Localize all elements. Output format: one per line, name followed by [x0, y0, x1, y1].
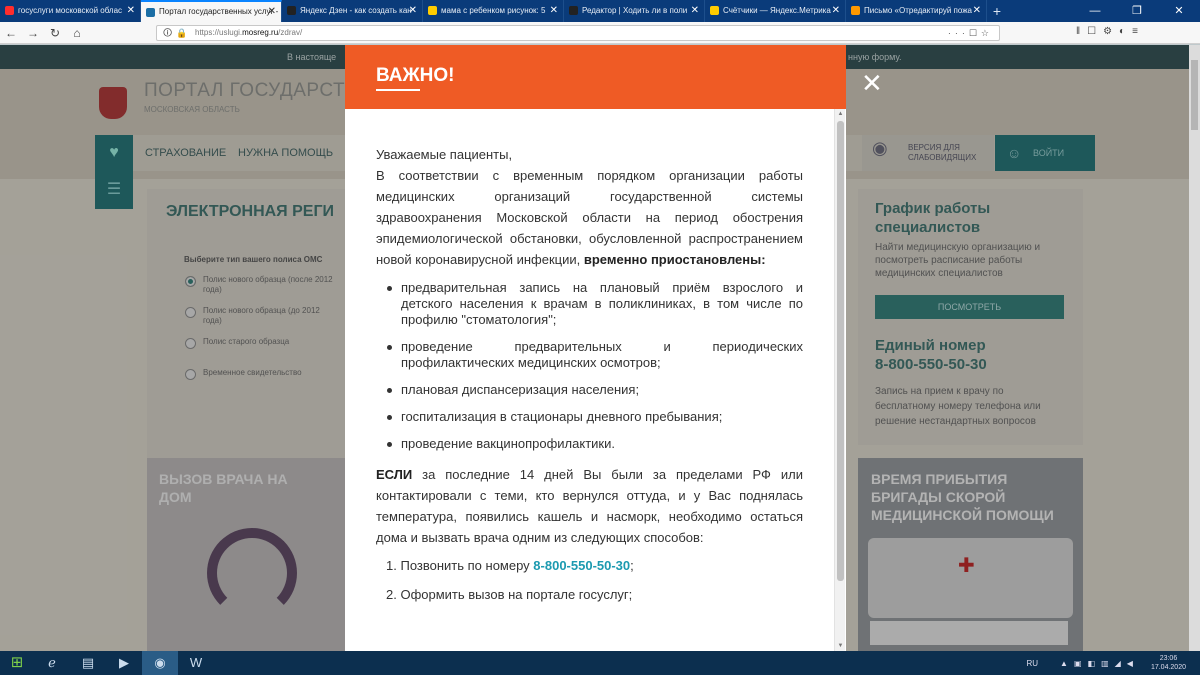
list-item: 1. Позвонить по номеру 8-800-550-50-30;: [376, 556, 803, 576]
url-host: mosreg.ru: [242, 28, 279, 37]
portal-favicon-icon: [146, 8, 155, 17]
close-tab-icon[interactable]: ✕: [973, 0, 981, 22]
browser-tab-5[interactable]: Счётчики — Яндекс.Метрика ✕: [705, 0, 846, 22]
file-explorer-icon[interactable]: ▤: [70, 651, 106, 675]
close-window-icon[interactable]: ✕: [1158, 0, 1200, 22]
modal-if-bold: ЕСЛИ: [376, 467, 413, 482]
close-tab-icon[interactable]: ✕: [127, 0, 135, 22]
images-favicon-icon: [428, 6, 437, 15]
close-tab-icon[interactable]: ✕: [409, 0, 417, 22]
modal-intro-bold: временно приостановлены:: [583, 252, 766, 267]
scroll-up-icon[interactable]: ▲: [835, 109, 846, 119]
browser-tab-2[interactable]: Яндекс Дзен - как создать кан ✕: [282, 0, 423, 22]
window-controls: — ❐ ✕: [1074, 0, 1200, 22]
zen-editor-favicon-icon: [569, 6, 578, 15]
modal-scrollbar-thumb[interactable]: [837, 121, 844, 581]
browser-tab-1[interactable]: Портал государственных услуг - ✕: [141, 0, 282, 22]
modal-header: ВАЖНО!: [345, 45, 846, 109]
modal-scrollbar[interactable]: ▲ ▼: [834, 109, 845, 651]
tab-label: Редактор | Ходить ли в поли: [582, 6, 688, 15]
modal-title-underline: [376, 89, 420, 91]
way-number: 2.: [386, 587, 397, 602]
list-item: 2. Оформить вызов на портале госуслуг;: [376, 585, 803, 605]
tab-label: Счётчики — Яндекс.Метрика: [723, 6, 831, 15]
important-modal: ВАЖНО! Уважаемые пациенты, В соответстви…: [345, 45, 846, 651]
scroll-down-icon[interactable]: ▼: [835, 641, 846, 651]
page-scrollbar-thumb[interactable]: [1191, 60, 1198, 130]
maximize-icon[interactable]: ❐: [1116, 0, 1158, 22]
browser-tab-4[interactable]: Редактор | Ходить ли в поли ✕: [564, 0, 705, 22]
close-tab-icon[interactable]: ✕: [832, 0, 840, 22]
page-scrollbar[interactable]: [1189, 45, 1200, 651]
browser-tab-3[interactable]: мама с ребенком рисунок: 5 ✕: [423, 0, 564, 22]
ways-list: 1. Позвонить по номеру 8-800-550-50-30; …: [376, 556, 803, 605]
list-item: плановая диспансеризация населения;: [376, 382, 803, 398]
browser-tab-bar: госуслуги московской облас ✕ Портал госуд…: [0, 0, 1200, 22]
address-bar[interactable]: 🛈🔒 https://uslugi.mosreg.ru/zdrav/ ···☐☆: [156, 25, 1000, 41]
browser-tab-6[interactable]: Письмо «Отредактируй пожа ✕: [846, 0, 987, 22]
tab-label: мама с ребенком рисунок: 5: [441, 6, 546, 15]
tab-label: Яндекс Дзен - как создать кан: [300, 6, 412, 15]
modal-greeting: Уважаемые пациенты,: [376, 147, 513, 162]
list-item: проведение вакцинопрофилактики.: [376, 436, 803, 452]
mail-favicon-icon: [851, 6, 860, 15]
windows-taskbar: ⊞ ℯ ▤ ▶ ◉ W RU ▲▣◧▥◢◀ 23:06 17.04.2020: [0, 651, 1200, 675]
system-tray: RU ▲▣◧▥◢◀ 23:06 17.04.2020: [1026, 651, 1186, 675]
modal-if-text: за последние 14 дней Вы были за пределам…: [376, 467, 803, 545]
media-player-icon[interactable]: ▶: [106, 651, 142, 675]
site-security-icons[interactable]: 🛈🔒: [163, 26, 191, 40]
url-path: /zdrav/: [278, 28, 303, 37]
browser-nav-bar: ← → ↻ ⌂ 🛈🔒 https://uslugi.mosreg.ru/zdra…: [0, 22, 1200, 44]
way-text: Позвонить по номеру: [400, 558, 530, 573]
tab-label: Письмо «Отредактируй пожа: [864, 6, 972, 15]
way-number: 1.: [386, 558, 397, 573]
modal-intro: В соответствии с временным порядком орга…: [376, 165, 803, 270]
suspended-list: предварительная запись на плановый приём…: [376, 280, 803, 452]
forward-icon[interactable]: →: [22, 26, 44, 40]
toolbar-icons[interactable]: ‖☐⚙◐≡: [1076, 26, 1145, 37]
modal-title: ВАЖНО!: [376, 65, 455, 86]
internet-explorer-icon[interactable]: ℯ: [34, 651, 70, 675]
close-tab-icon[interactable]: ✕: [550, 0, 558, 22]
list-item: предварительная запись на плановый приём…: [376, 280, 803, 328]
zen-favicon-icon: [287, 6, 296, 15]
tab-label: госуслуги московской облас: [18, 6, 123, 15]
firefox-icon[interactable]: ◉: [142, 651, 178, 675]
tab-label: Портал государственных услуг -: [159, 7, 279, 16]
metrika-favicon-icon: [710, 6, 719, 15]
browser-tab-0[interactable]: госуслуги московской облас ✕: [0, 0, 141, 22]
list-item: проведение предварительных и периодическ…: [376, 339, 803, 371]
url-prefix: https://uslugi.: [195, 28, 243, 37]
way-text: Оформить вызов на портале госуслуг;: [400, 587, 633, 602]
way-tail: ;: [630, 558, 634, 573]
url-action-icons[interactable]: ···☐☆: [948, 26, 993, 40]
clock[interactable]: 23:06 17.04.2020: [1151, 654, 1186, 672]
home-icon[interactable]: ⌂: [66, 26, 88, 40]
close-modal-icon[interactable]: ✕: [861, 70, 883, 96]
modal-body: Уважаемые пациенты, В соответствии с вре…: [376, 144, 803, 614]
close-tab-icon[interactable]: ✕: [268, 2, 276, 22]
reload-icon[interactable]: ↻: [44, 26, 66, 40]
back-icon[interactable]: ←: [0, 26, 22, 40]
close-tab-icon[interactable]: ✕: [691, 0, 699, 22]
clock-date: 17.04.2020: [1150, 664, 1186, 671]
phone-link[interactable]: 8-800-550-50-30: [533, 558, 630, 573]
new-tab-button[interactable]: +: [987, 0, 1007, 22]
minimize-icon[interactable]: —: [1074, 0, 1116, 22]
language-indicator[interactable]: RU: [1026, 659, 1038, 668]
tray-icons[interactable]: ▲▣◧▥◢◀: [1060, 659, 1139, 668]
start-button-icon[interactable]: ⊞: [0, 651, 34, 675]
modal-if-paragraph: ЕСЛИ за последние 14 дней Вы были за пре…: [376, 464, 803, 548]
clock-time: 23:06: [1159, 655, 1178, 662]
list-item: госпитализация в стационары дневного пре…: [376, 409, 803, 425]
word-icon[interactable]: W: [178, 651, 214, 675]
yandex-favicon-icon: [5, 6, 14, 15]
